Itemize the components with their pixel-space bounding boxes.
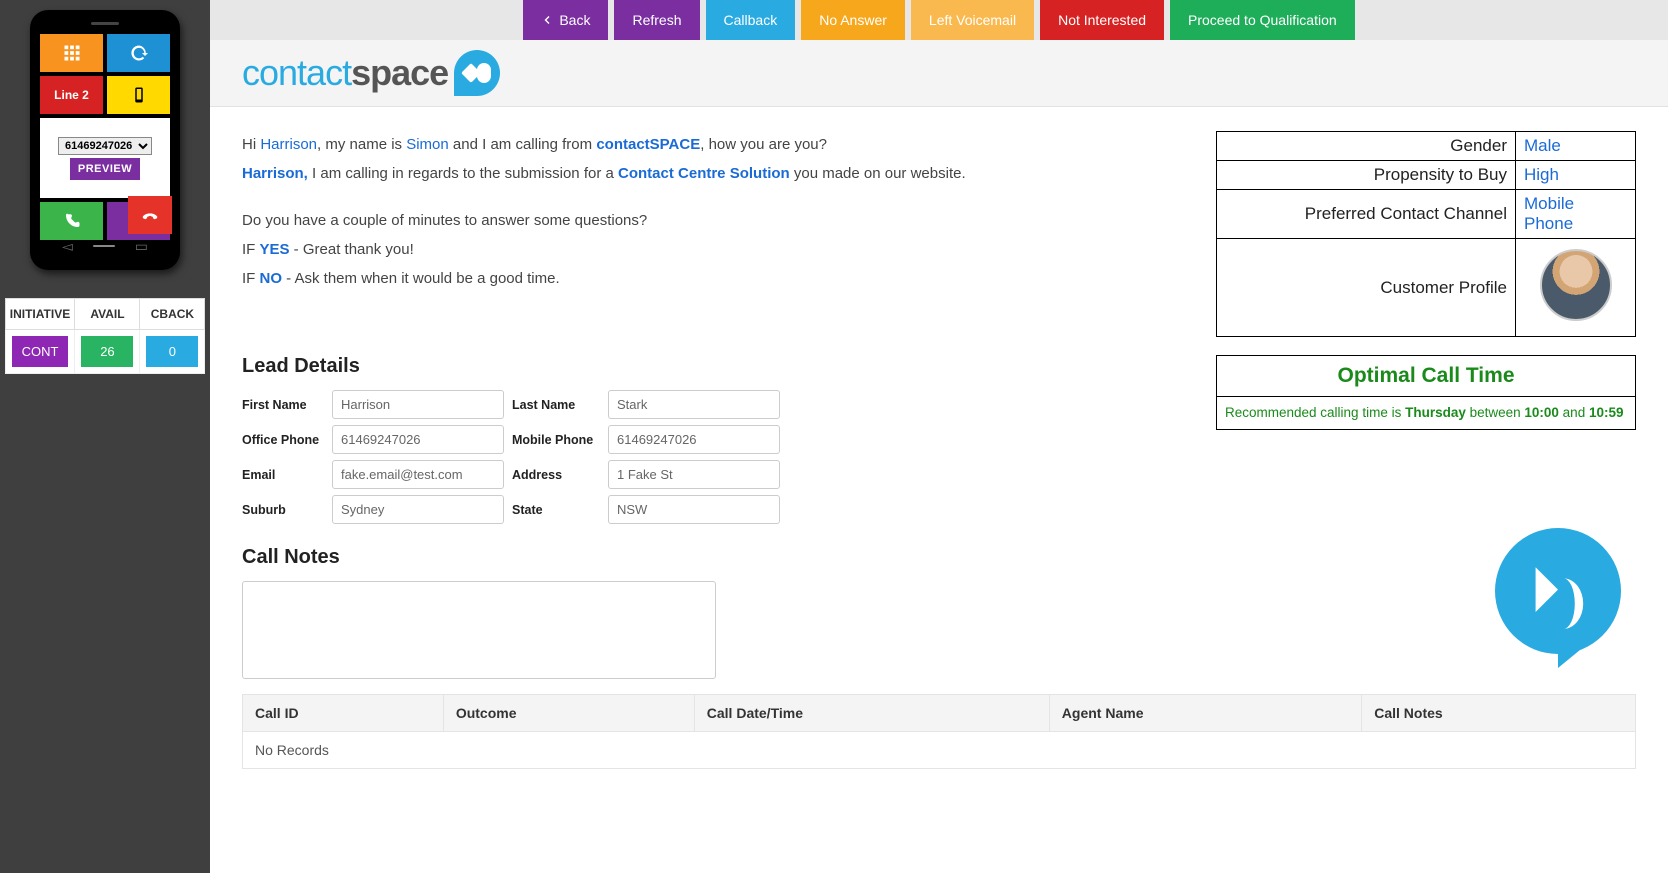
label-first-name: First Name (242, 398, 324, 412)
call-notes-input[interactable] (242, 581, 716, 679)
th-call-id: Call ID (243, 695, 444, 732)
call-history-table: Call ID Outcome Call Date/Time Agent Nam… (242, 694, 1636, 769)
proceed-button[interactable]: Proceed to Qualification (1170, 0, 1355, 40)
office-phone-field[interactable] (332, 425, 504, 454)
preview-button[interactable]: PREVIEW (70, 158, 140, 180)
state-field[interactable] (608, 495, 780, 524)
label-suburb: Suburb (242, 503, 324, 517)
th-notes: Call Notes (1362, 695, 1636, 732)
no-answer-button[interactable]: No Answer (801, 0, 905, 40)
logo: contactspace (242, 50, 1668, 96)
profile-value-gender: Male (1516, 132, 1636, 161)
callback-button[interactable]: Callback (706, 0, 796, 40)
number-select[interactable]: 61469247026 (58, 137, 152, 155)
first-name-field[interactable] (332, 390, 504, 419)
initiative-pill[interactable]: CONT (12, 336, 69, 367)
sidebar: Line 2 61469247026 PREVIEW (0, 0, 210, 873)
profile-label-gender: Gender (1217, 132, 1516, 161)
suburb-field[interactable] (332, 495, 504, 524)
email-field[interactable] (332, 460, 504, 489)
chat-bubble-icon[interactable] (1488, 528, 1628, 668)
profile-label-customer: Customer Profile (1217, 239, 1516, 337)
chevron-left-icon (541, 14, 553, 26)
label-last-name: Last Name (512, 398, 600, 412)
not-interested-button[interactable]: Not Interested (1040, 0, 1164, 40)
history-empty: No Records (243, 732, 1636, 769)
address-field[interactable] (608, 460, 780, 489)
optimal-body: Recommended calling time is Thursday bet… (1217, 397, 1635, 429)
hangup-icon[interactable] (128, 196, 172, 234)
th-datetime: Call Date/Time (694, 695, 1049, 732)
left-voicemail-button[interactable]: Left Voicemail (911, 0, 1034, 40)
disposition-toolbar: Back Refresh Callback No Answer Left Voi… (523, 0, 1354, 40)
status-header-cback: CBACK (140, 299, 205, 330)
status-header-initiative: INITIATIVE (5, 299, 75, 330)
call-script: Hi Harrison, my name is Simon and I am c… (242, 131, 1196, 337)
lead-details: Lead Details First Name Last Name Office… (242, 355, 1196, 524)
cback-pill[interactable]: 0 (146, 336, 198, 367)
mobile-phone-field[interactable] (608, 425, 780, 454)
dialpad-icon[interactable] (40, 34, 103, 72)
transfer-icon[interactable] (107, 34, 170, 72)
avatar (1540, 249, 1612, 321)
th-agent: Agent Name (1049, 695, 1361, 732)
label-mobile-phone: Mobile Phone (512, 433, 600, 447)
last-name-field[interactable] (608, 390, 780, 419)
recent-soft-icon: ▭ (135, 238, 148, 255)
label-state: State (512, 503, 600, 517)
logo-row: contactspace (210, 40, 1668, 107)
label-address: Address (512, 468, 600, 482)
back-button[interactable]: Back (523, 0, 608, 40)
profile-value-propensity: High (1516, 161, 1636, 190)
notes-heading: Call Notes (242, 546, 1636, 569)
optimal-title: Optimal Call Time (1217, 356, 1635, 397)
customer-profile-box: GenderMale Propensity to BuyHigh Preferr… (1216, 131, 1636, 337)
softphone: Line 2 61469247026 PREVIEW (30, 10, 180, 270)
avail-pill[interactable]: 26 (81, 336, 133, 367)
home-soft-icon (93, 245, 115, 247)
label-office-phone: Office Phone (242, 433, 324, 447)
profile-label-channel: Preferred Contact Channel (1217, 190, 1516, 239)
line2-button[interactable]: Line 2 (40, 76, 103, 114)
status-table: INITIATIVE AVAIL CBACK CONT 26 0 (5, 298, 206, 374)
optimal-call-time: Optimal Call Time Recommended calling ti… (1216, 355, 1636, 430)
profile-value-channel: Mobile Phone (1516, 190, 1636, 239)
call-icon[interactable] (40, 202, 103, 240)
back-soft-icon: ◅ (62, 238, 73, 255)
logo-bubble-icon (454, 50, 500, 96)
profile-label-propensity: Propensity to Buy (1217, 161, 1516, 190)
label-email: Email (242, 468, 324, 482)
main-panel: Back Refresh Callback No Answer Left Voi… (210, 0, 1668, 873)
status-header-avail: AVAIL (75, 299, 140, 330)
th-outcome: Outcome (443, 695, 694, 732)
refresh-button[interactable]: Refresh (614, 0, 699, 40)
mobile-icon[interactable] (107, 76, 170, 114)
lead-heading: Lead Details (242, 355, 1196, 378)
